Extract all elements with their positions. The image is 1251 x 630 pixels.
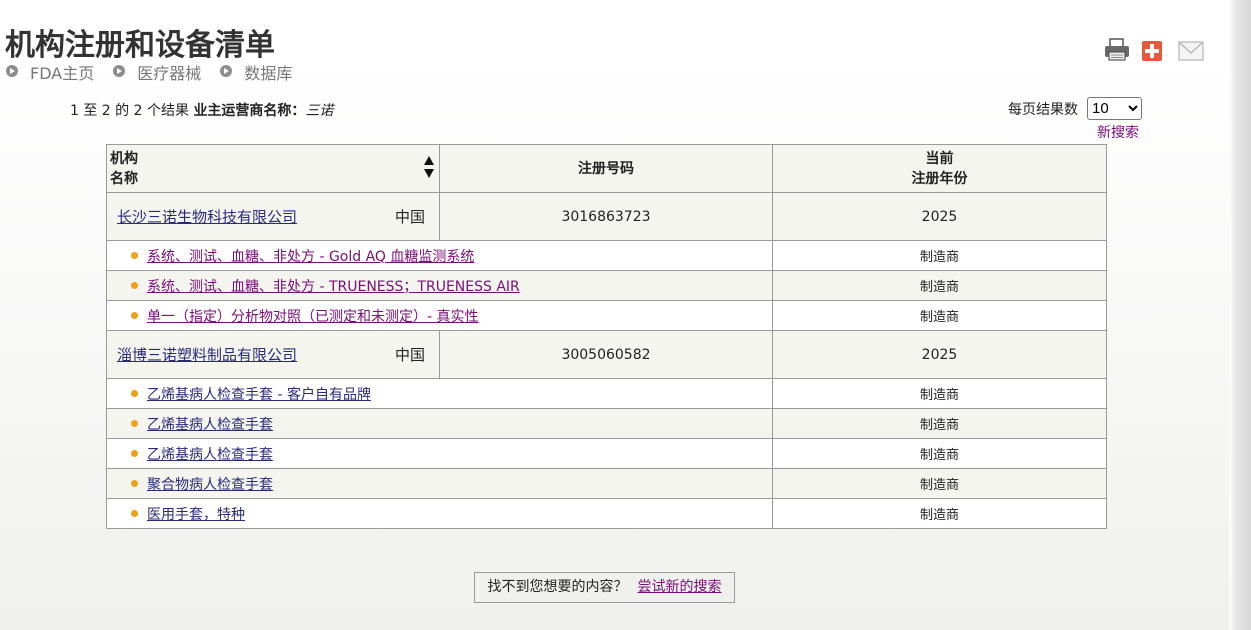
device-role: 制造商 — [772, 270, 1107, 301]
org-name-cell: 淄博三诺塑料制品有限公司 中国 — [106, 330, 440, 379]
column-header-label: 注册号码 — [578, 160, 634, 177]
org-country: 中国 — [395, 208, 426, 226]
filter-value: 三诺 — [305, 103, 334, 119]
breadcrumb-item-fda-home[interactable]: FDA主页 — [6, 60, 94, 84]
device-link[interactable]: 单一（指定）分析物对照（已测定和未测定）- 真实性 — [147, 309, 479, 325]
device-link[interactable]: 医用手套，特种 — [147, 507, 245, 523]
result-summary: 1 至 2 的 2 个结果 业主运营商名称：三诺 — [70, 100, 333, 120]
device-role: 制造商 — [772, 498, 1107, 529]
device-row: 聚合物病人检查手套 制造商 — [106, 468, 1107, 499]
breadcrumb-label[interactable]: FDA主页 — [30, 60, 94, 84]
device-row: 乙烯基病人检查手套 制造商 — [106, 408, 1107, 439]
device-name-cell: 聚合物病人检查手套 — [106, 468, 773, 499]
device-row: 乙烯基病人检查手套 - 客户自有品牌 制造商 — [106, 378, 1107, 409]
column-header-label: 当前 — [925, 150, 954, 167]
device-row: 系统、测试、血糖、非处方 - TRUENESS；TRUENESS AIR 制造商 — [106, 270, 1107, 301]
column-header-label: 名称 — [110, 170, 138, 187]
bullet-icon — [131, 419, 138, 427]
device-link[interactable]: 聚合物病人检查手套 — [147, 477, 273, 493]
device-link[interactable]: 系统、测试、血糖、非处方 - TRUENESS；TRUENESS AIR — [147, 279, 520, 295]
device-link[interactable]: 系统、测试、血糖、非处方 - Gold AQ 血糖监测系统 — [147, 249, 474, 265]
device-name-cell: 系统、测试、血糖、非处方 - TRUENESS；TRUENESS AIR — [106, 270, 773, 301]
device-name-cell: 单一（指定）分析物对照（已测定和未测定）- 真实性 — [106, 300, 773, 331]
device-role: 制造商 — [772, 408, 1107, 439]
not-found-box: 找不到您想要的内容？ 尝试新的搜索 — [474, 572, 735, 603]
org-row: 长沙三诺生物科技有限公司 中国 3016863723 2025 — [106, 192, 1107, 241]
device-role: 制造商 — [772, 378, 1107, 409]
org-name-link[interactable]: 长沙三诺生物科技有限公司 — [117, 208, 297, 226]
per-page-label: 每页结果数 — [1008, 102, 1078, 118]
column-header-year: 当前 注册年份 — [772, 144, 1107, 193]
breadcrumb-item-medical-devices[interactable]: 医疗器械 — [113, 60, 201, 84]
device-row: 乙烯基病人检查手套 制造商 — [106, 438, 1107, 469]
result-range: 1 至 2 的 2 个结果 — [70, 103, 189, 119]
registration-number: 3005060582 — [439, 330, 773, 379]
breadcrumb-label[interactable]: 数据库 — [244, 60, 292, 84]
registration-year: 2025 — [772, 192, 1107, 241]
bullet-icon — [131, 509, 138, 517]
org-name-link[interactable]: 淄博三诺塑料制品有限公司 — [117, 346, 297, 364]
device-name-cell: 乙烯基病人检查手套 — [106, 408, 773, 439]
table-header-row: 机构 名称 注册号码 当前 注册年份 — [106, 144, 1107, 193]
bullet-icon — [131, 251, 138, 259]
try-new-search-link[interactable]: 尝试新的搜索 — [638, 579, 722, 595]
page-title: 机构注册和设备清单 — [5, 28, 275, 63]
not-found-text: 找不到您想要的内容？ — [487, 579, 628, 595]
bullet-icon — [131, 479, 138, 487]
device-role: 制造商 — [772, 438, 1107, 469]
device-name-cell: 乙烯基病人检查手套 — [106, 438, 773, 469]
column-header-registration: 注册号码 — [439, 144, 773, 193]
sort-icon[interactable] — [423, 155, 435, 185]
device-name-cell: 乙烯基病人检查手套 - 客户自有品牌 — [106, 378, 773, 409]
registration-year: 2025 — [772, 330, 1107, 379]
breadcrumb-item-databases[interactable]: 数据库 — [220, 60, 292, 84]
plus-icon[interactable] — [1141, 40, 1163, 66]
device-link[interactable]: 乙烯基病人检查手套 - 客户自有品牌 — [147, 387, 371, 403]
mail-icon[interactable] — [1178, 40, 1204, 66]
filter-label: 业主运营商名称： — [193, 103, 306, 119]
print-icon[interactable] — [1104, 38, 1130, 66]
arrow-bullet-icon — [113, 65, 126, 77]
org-country: 中国 — [395, 346, 426, 364]
device-name-cell: 医用手套，特种 — [106, 498, 773, 529]
device-role: 制造商 — [772, 240, 1107, 271]
results-table: 机构 名称 注册号码 当前 注册年份 长沙三诺生物科技有限公司 中国 30168… — [106, 144, 1107, 529]
org-name-cell: 长沙三诺生物科技有限公司 中国 — [106, 192, 440, 241]
device-name-cell: 系统、测试、血糖、非处方 - Gold AQ 血糖监测系统 — [106, 240, 773, 271]
device-role: 制造商 — [772, 300, 1107, 331]
device-row: 单一（指定）分析物对照（已测定和未测定）- 真实性 制造商 — [106, 300, 1107, 331]
bullet-icon — [131, 311, 138, 319]
device-link[interactable]: 乙烯基病人检查手套 — [147, 417, 273, 433]
bullet-icon — [131, 449, 138, 457]
breadcrumb-label[interactable]: 医疗器械 — [137, 60, 201, 84]
device-row: 系统、测试、血糖、非处方 - Gold AQ 血糖监测系统 制造商 — [106, 240, 1107, 271]
breadcrumb: FDA主页 医疗器械 数据库 — [6, 60, 306, 84]
bullet-icon — [131, 389, 138, 397]
arrow-bullet-icon — [220, 65, 233, 77]
device-role: 制造商 — [772, 468, 1107, 499]
arrow-bullet-icon — [6, 65, 18, 77]
column-header-label: 注册年份 — [911, 170, 968, 187]
column-header-label: 机构 — [110, 150, 138, 167]
registration-number: 3016863723 — [439, 192, 773, 241]
device-link[interactable]: 乙烯基病人检查手套 — [147, 447, 273, 463]
new-search-link[interactable]: 新搜索 — [1097, 122, 1139, 142]
column-header-name[interactable]: 机构 名称 — [106, 144, 440, 193]
device-row: 医用手套，特种 制造商 — [106, 498, 1107, 529]
window-edge-shadow — [1229, 0, 1251, 630]
org-row: 淄博三诺塑料制品有限公司 中国 3005060582 2025 — [106, 330, 1107, 379]
bullet-icon — [131, 281, 138, 289]
per-page-select[interactable]: 10 — [1087, 97, 1142, 120]
